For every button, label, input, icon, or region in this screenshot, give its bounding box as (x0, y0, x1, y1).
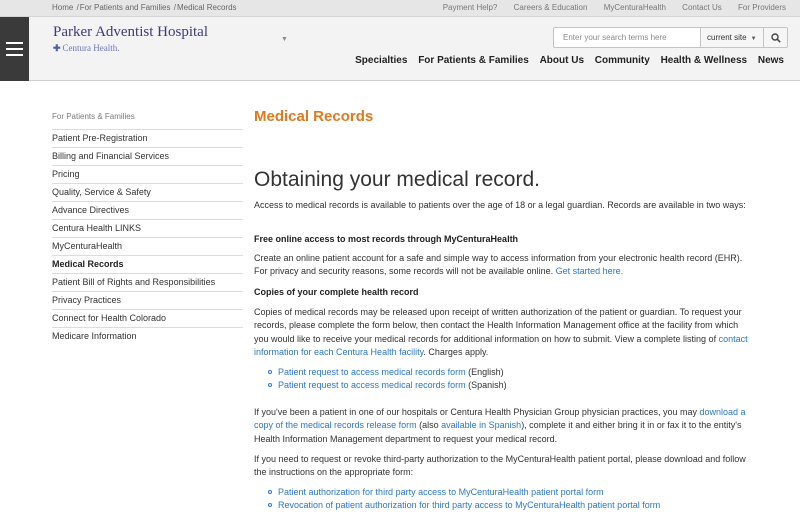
sidebar-item-mycenturahealth[interactable]: MyCenturaHealth (52, 238, 243, 256)
sidebar-item-links[interactable]: Centura Health LINKS (52, 220, 243, 238)
list-item: Patient request to access medical record… (268, 366, 507, 379)
utility-link-contact-us[interactable]: Contact Us (682, 3, 722, 12)
copies-paragraph: Copies of medical records may be release… (254, 306, 754, 360)
sidebar-list: Patient Pre-Registration Billing and Fin… (52, 129, 243, 346)
chevron-down-icon: ▼ (750, 36, 757, 42)
bullet-icon (268, 370, 272, 374)
third-party-authorization-link[interactable]: Patient authorization for third party ac… (278, 487, 604, 497)
search-input[interactable] (554, 28, 700, 47)
records-forms-list: Patient request to access medical record… (268, 366, 507, 393)
site-header: Parker Adventist Hospital ✚ Centura Healt… (0, 17, 800, 81)
utility-link-for-providers[interactable]: For Providers (738, 3, 786, 12)
utility-bar: Home /For Patients and Families /Medical… (0, 0, 800, 17)
form-link-spanish[interactable]: Patient request to access medical record… (278, 380, 466, 390)
third-party-revocation-link[interactable]: Revocation of patient authorization for … (278, 500, 660, 510)
search-scope-select[interactable]: current site ▼ (700, 28, 763, 47)
page-title: Obtaining your medical record. (254, 168, 540, 191)
search-icon (771, 33, 781, 43)
logo-subtitle-text: Centura Health. (62, 43, 120, 53)
sidebar-item-medicare[interactable]: Medicare Information (52, 328, 243, 346)
hamburger-icon (6, 42, 23, 44)
physician-text-a: If you've been a patient in one of our h… (254, 407, 697, 417)
list-item: Patient request to access medical record… (268, 379, 507, 392)
bullet-icon (268, 503, 272, 508)
bullet-icon (268, 383, 272, 388)
nav-specialties[interactable]: Specialties (355, 55, 407, 66)
physician-text-b: (also (419, 420, 439, 431)
logo-subtitle[interactable]: ✚ Centura Health. (53, 43, 120, 54)
bullet-icon (268, 490, 272, 494)
utility-link-mycenturahealth[interactable]: MyCenturaHealth (604, 3, 666, 12)
nav-news[interactable]: News (758, 55, 784, 66)
nav-about-us[interactable]: About Us (540, 55, 584, 66)
copies-heading: Copies of your complete health record (254, 287, 419, 297)
breadcrumb: Home /For Patients and Families /Medical… (52, 3, 237, 12)
nav-patients-families[interactable]: For Patients & Families (418, 55, 529, 66)
nav-health-wellness[interactable]: Health & Wellness (661, 55, 748, 66)
list-item: Patient authorization for third party ac… (268, 486, 660, 499)
online-access-heading: Free online access to most records throu… (254, 234, 519, 244)
breadcrumb-section[interactable]: For Patients and Families (80, 3, 171, 12)
utility-link-payment-help[interactable]: Payment Help? (443, 3, 498, 12)
hamburger-menu-button[interactable] (0, 17, 29, 81)
breadcrumb-home[interactable]: Home (52, 3, 73, 12)
sidebar-item-billing[interactable]: Billing and Financial Services (52, 148, 243, 166)
sidebar-item-quality[interactable]: Quality, Service & Safety (52, 184, 243, 202)
search-button[interactable] (763, 28, 787, 47)
sidebar-nav: For Patients & Families Patient Pre-Regi… (52, 112, 243, 346)
form-language: (Spanish) (468, 380, 507, 391)
sidebar-item-connect-colorado[interactable]: Connect for Health Colorado (52, 310, 243, 328)
physician-paragraph: If you've been a patient in one of our h… (254, 406, 754, 446)
sidebar-item-medical-records[interactable]: Medical Records (52, 256, 243, 274)
list-item: Revocation of patient authorization for … (268, 499, 660, 512)
main-nav: Specialties For Patients & Families Abou… (347, 55, 784, 66)
utility-links: Payment Help? Careers & Education MyCent… (429, 3, 786, 12)
get-started-link[interactable]: Get started here. (556, 266, 624, 276)
chevron-down-icon[interactable]: ▼ (281, 36, 288, 43)
intro-paragraph: Access to medical records is available t… (254, 200, 746, 210)
sidebar-item-advance-directives[interactable]: Advance Directives (52, 202, 243, 220)
form-language: (English) (468, 367, 504, 377)
logo-title[interactable]: Parker Adventist Hospital (53, 24, 208, 41)
sidebar-item-bill-of-rights[interactable]: Patient Bill of Rights and Responsibilit… (52, 274, 243, 292)
sidebar-heading: For Patients & Families (52, 112, 135, 121)
form-link-english[interactable]: Patient request to access medical record… (278, 367, 466, 377)
breadcrumb-current: Medical Records (176, 3, 237, 12)
third-party-paragraph: If you need to request or revoke third-p… (254, 454, 746, 478)
section-title: Medical Records (254, 108, 374, 125)
spanish-release-form-link[interactable]: available in Spanish (441, 420, 521, 430)
third-party-forms-list: Patient authorization for third party ac… (268, 486, 660, 512)
sidebar-item-pricing[interactable]: Pricing (52, 166, 243, 184)
online-access-text: Create an online patient account for a s… (254, 253, 743, 277)
search-scope-value: current site (707, 33, 747, 42)
copies-tail: . Charges apply. (423, 347, 489, 358)
utility-link-careers[interactable]: Careers & Education (514, 3, 588, 12)
sidebar-item-pre-registration[interactable]: Patient Pre-Registration (52, 130, 243, 148)
copies-text: Copies of medical records may be release… (254, 307, 742, 344)
cross-logo-icon: ✚ (53, 43, 61, 53)
nav-community[interactable]: Community (595, 55, 650, 66)
search-box: current site▼ (553, 27, 788, 48)
online-access-paragraph: Create an online patient account for a s… (254, 252, 754, 279)
sidebar-item-privacy[interactable]: Privacy Practices (52, 292, 243, 310)
